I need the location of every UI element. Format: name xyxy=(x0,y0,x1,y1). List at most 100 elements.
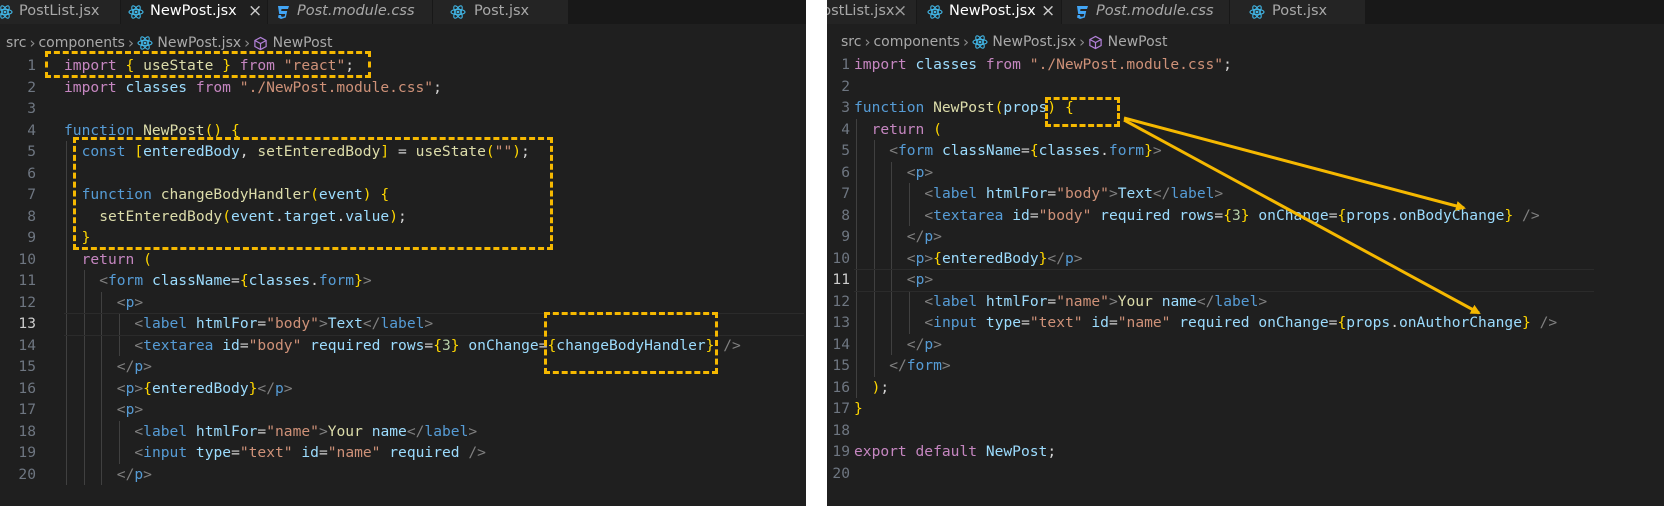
breadcrumb-item[interactable]: src xyxy=(841,34,861,50)
chevron-right-icon: › xyxy=(127,34,134,52)
tab-label: NewPost.jsx xyxy=(949,3,1036,19)
breadcrumb-item[interactable]: NewPost.jsx xyxy=(157,35,241,51)
line-number: 5 xyxy=(841,142,850,159)
line-number: 9 xyxy=(841,228,850,245)
code-text: const [enteredBody, setEnteredBody] = us… xyxy=(81,143,530,160)
tab-post-module-css[interactable]: Post.module.css xyxy=(268,0,433,24)
line-number: 14 xyxy=(832,335,850,353)
code-text: } xyxy=(854,400,863,417)
line-number: 6 xyxy=(27,164,36,182)
tab-post[interactable]: Post.jsx xyxy=(433,0,569,24)
line-number: 16 xyxy=(18,379,36,397)
code-text: <p> xyxy=(116,293,144,311)
code-text: </form> xyxy=(889,357,951,374)
line-number: 3 xyxy=(841,99,850,116)
line-number: 10 xyxy=(18,250,36,268)
editor-pane-left: PostList.jsx NewPost.jsx × Post.module.c… xyxy=(0,0,806,506)
line-number: 1 xyxy=(841,56,850,73)
tab-bar: PostList.jsx × NewPost.jsx × Post.module… xyxy=(827,0,1664,24)
code-text: <label htmlFor="body">Text</label> xyxy=(924,185,1224,202)
tab-post[interactable]: Post.jsx xyxy=(1230,0,1366,24)
breadcrumb: src › components › NewPost.jsx › NewPost xyxy=(6,34,332,54)
close-icon[interactable]: × xyxy=(248,1,262,21)
chevron-right-icon: › xyxy=(1079,33,1086,51)
react-icon xyxy=(450,5,466,19)
editor-pane-right: PostList.jsx × NewPost.jsx × Post.module… xyxy=(827,0,1664,506)
code-text: </p> xyxy=(116,465,152,483)
code-text: import classes from "./NewPost.module.cs… xyxy=(64,78,442,96)
line-number: 19 xyxy=(18,444,36,461)
tab-bar: PostList.jsx NewPost.jsx × Post.module.c… xyxy=(0,0,806,24)
line-number: 14 xyxy=(18,336,36,354)
tab-label: NewPost.jsx xyxy=(150,3,237,19)
code-text: <p>{enteredBody}</p> xyxy=(906,249,1083,267)
line-number: 9 xyxy=(27,229,36,246)
tab-postlist[interactable]: PostList.jsx xyxy=(0,0,121,24)
line-number: 15 xyxy=(18,358,36,375)
tab-newpost[interactable]: NewPost.jsx × xyxy=(917,0,1062,24)
code-text: </p> xyxy=(906,228,942,245)
code-text: <form className={classes.form}> xyxy=(889,142,1162,159)
react-icon xyxy=(0,5,13,19)
chevron-right-icon: › xyxy=(864,33,871,51)
code-text: <p> xyxy=(906,163,934,181)
breadcrumb-item[interactable]: src xyxy=(6,35,26,51)
code-text: <p>{enteredBody}</p> xyxy=(116,379,293,397)
react-icon xyxy=(972,35,988,49)
breadcrumb-item[interactable]: components xyxy=(873,34,960,50)
code-text: function NewPost(props) { xyxy=(854,99,1074,116)
chevron-right-icon: › xyxy=(244,34,251,52)
line-number: 11 xyxy=(18,272,36,289)
tab-label: Post.module.css xyxy=(297,3,415,19)
breadcrumb-item[interactable]: components xyxy=(38,35,125,51)
code-text: <p> xyxy=(906,271,934,288)
code-text: <p> xyxy=(116,401,144,418)
tab-newpost[interactable]: NewPost.jsx × xyxy=(121,0,268,24)
tab-label: Post.jsx xyxy=(1272,3,1328,19)
code-text: function NewPost() { xyxy=(64,121,240,139)
breadcrumb-item[interactable]: NewPost xyxy=(1108,34,1168,50)
line-number: 8 xyxy=(841,206,850,224)
code-text: <textarea id="body" required rows={3} on… xyxy=(134,336,741,354)
code-text: import classes from "./NewPost.module.cs… xyxy=(854,56,1232,73)
line-number: 18 xyxy=(832,421,850,439)
line-number: 2 xyxy=(841,77,850,95)
line-number: 15 xyxy=(832,357,850,374)
react-icon xyxy=(1249,5,1265,19)
line-number: 5 xyxy=(27,143,36,160)
line-number: 20 xyxy=(18,465,36,483)
breadcrumb: src › components › NewPost.jsx › NewPost xyxy=(841,33,1167,53)
line-number: 16 xyxy=(832,378,850,396)
code-text: <textarea id="body" required rows={3} on… xyxy=(924,206,1540,224)
tab-label: Post.jsx xyxy=(474,3,530,19)
tab-label: Post.module.css xyxy=(1096,3,1214,19)
breadcrumb-item[interactable]: NewPost xyxy=(273,35,333,51)
code-text: return ( xyxy=(871,120,942,138)
tab-post-module-css[interactable]: Post.module.css xyxy=(1062,0,1230,24)
chevron-right-icon: › xyxy=(29,34,36,52)
current-line-highlight xyxy=(854,269,1594,292)
line-number: 17 xyxy=(832,400,850,417)
line-number: 10 xyxy=(832,249,850,267)
line-number: 1 xyxy=(27,57,36,74)
line-number: 6 xyxy=(841,163,850,181)
tab-postlist[interactable]: PostList.jsx × xyxy=(827,0,917,24)
breadcrumb-item[interactable]: NewPost.jsx xyxy=(992,34,1076,50)
css-icon xyxy=(278,6,289,19)
code-text: <label htmlFor="name">Your name</label> xyxy=(924,292,1268,310)
chevron-right-icon: › xyxy=(962,33,969,51)
line-number: 2 xyxy=(27,78,36,96)
line-number: 11 xyxy=(832,271,850,288)
code-text: <form className={classes.form}> xyxy=(99,272,372,289)
line-number: 7 xyxy=(27,186,36,203)
css-icon xyxy=(1077,6,1088,19)
close-icon[interactable]: × xyxy=(893,1,907,21)
code-text: import { useState } from "react"; xyxy=(64,57,355,74)
react-icon xyxy=(128,5,144,19)
line-number: 7 xyxy=(841,185,850,202)
code-text: } xyxy=(81,229,91,246)
code-text: </p> xyxy=(906,335,942,353)
line-number: 4 xyxy=(841,120,850,138)
close-icon[interactable]: × xyxy=(1041,1,1055,21)
line-number: 13 xyxy=(18,315,36,332)
